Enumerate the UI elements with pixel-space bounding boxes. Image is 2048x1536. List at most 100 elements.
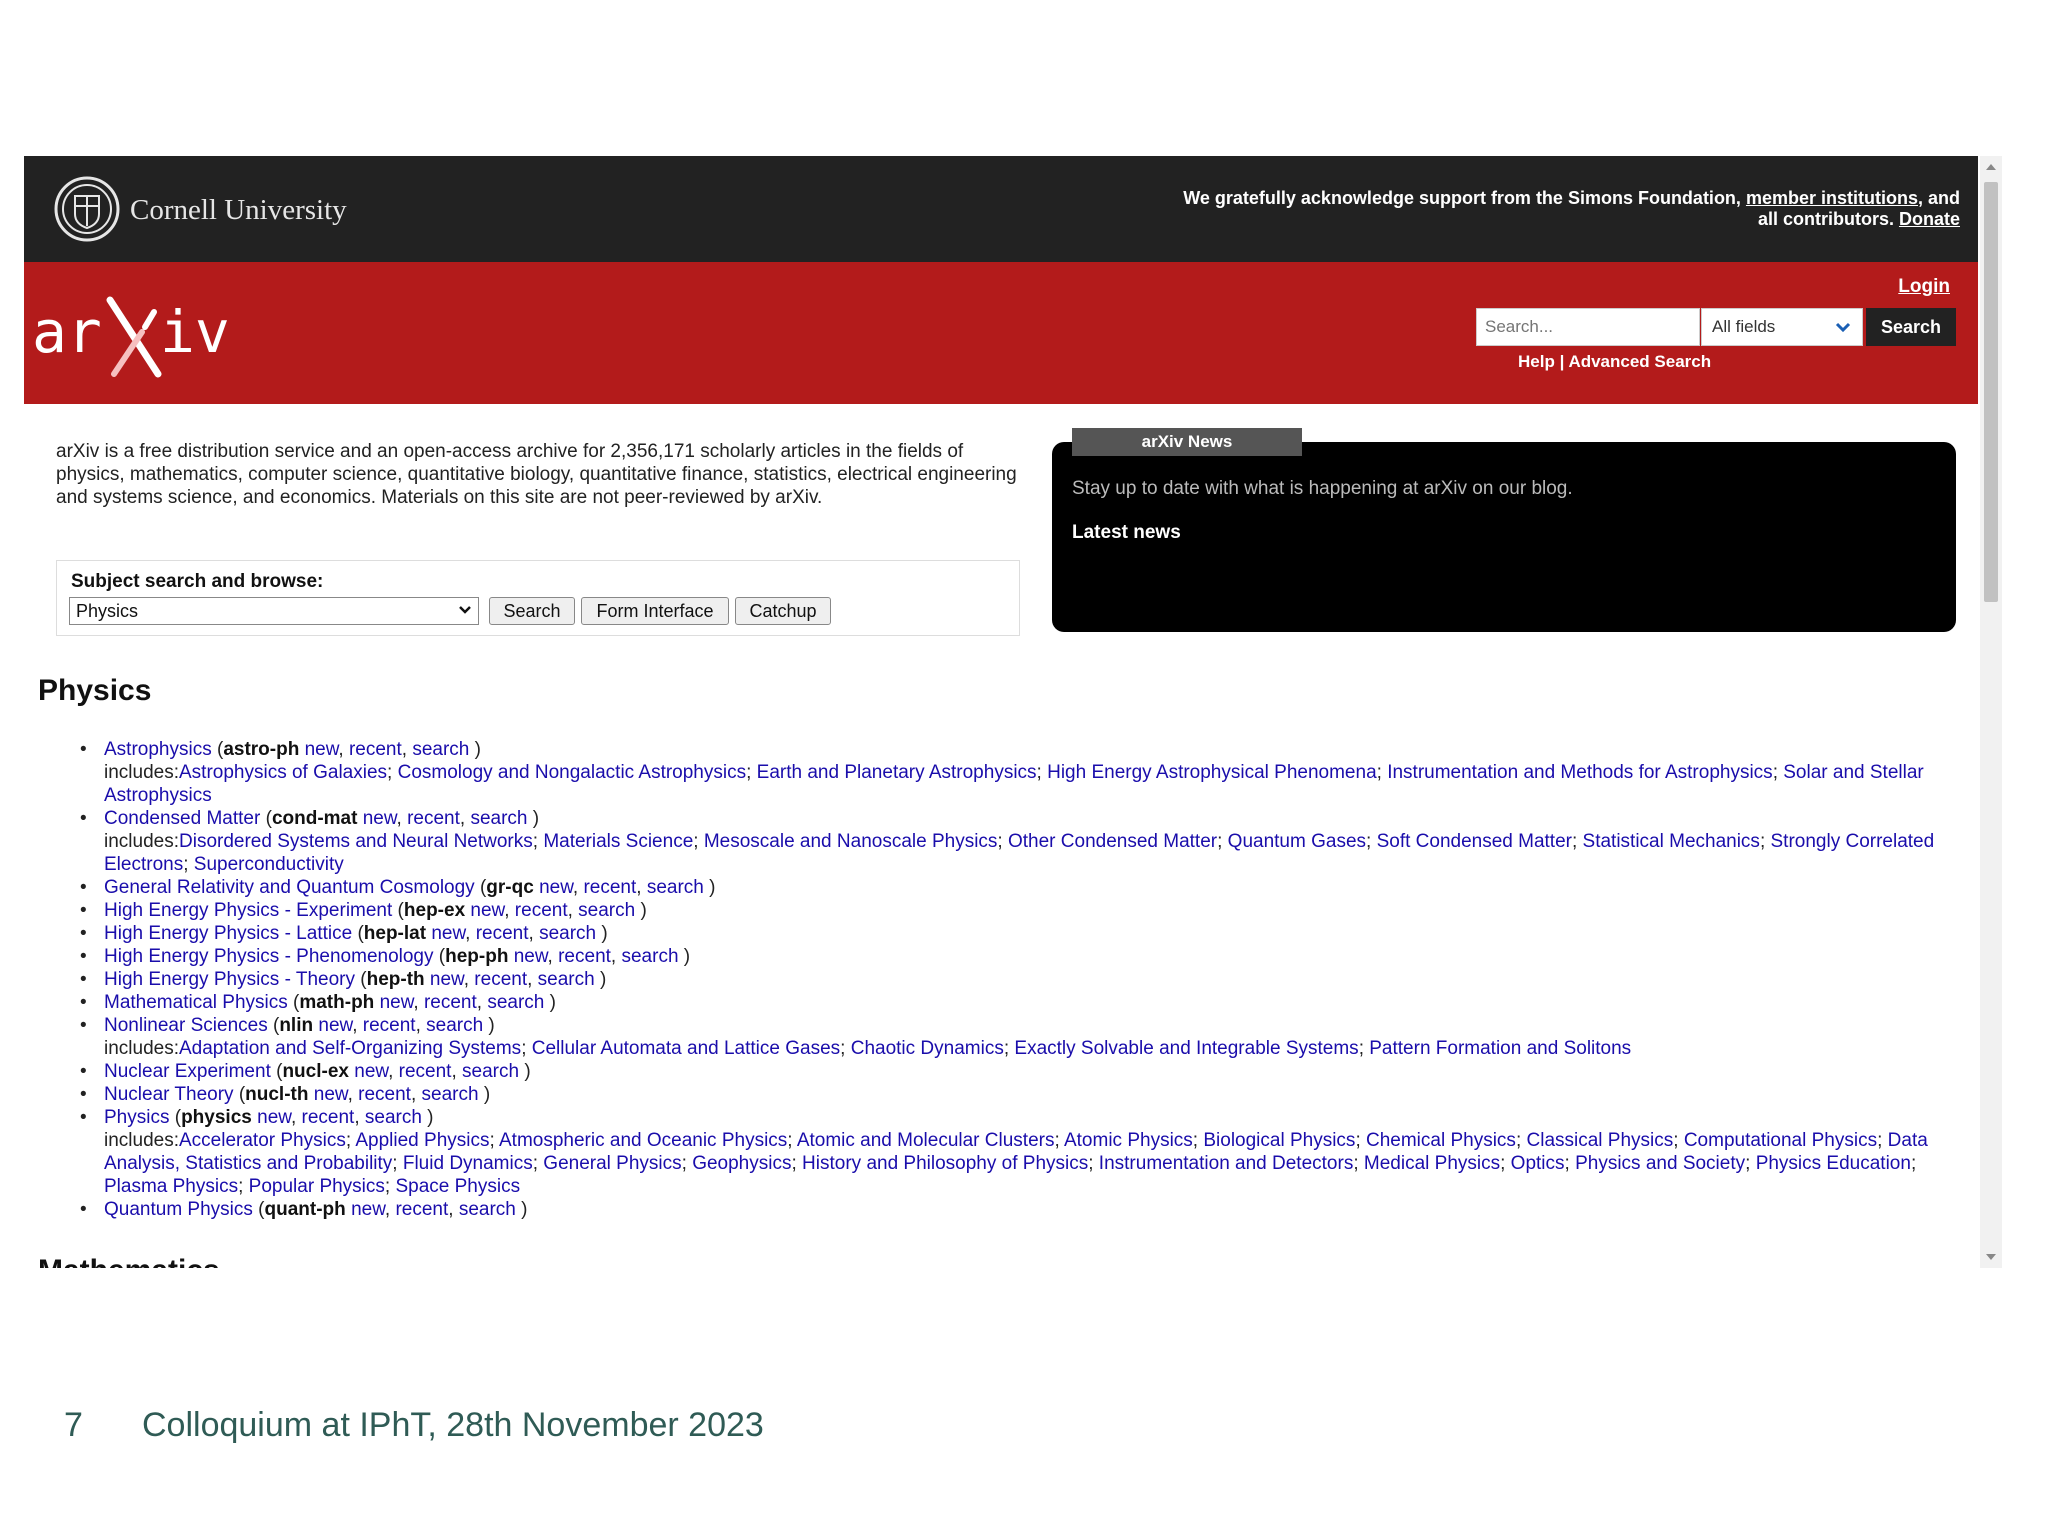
category-link[interactable]: Disordered Systems and Neural Networks bbox=[179, 831, 533, 852]
archive-name-link[interactable]: Nonlinear Sciences bbox=[104, 1015, 268, 1036]
category-link[interactable]: Plasma Physics bbox=[104, 1176, 238, 1197]
arxiv-logo[interactable]: ar iv bbox=[32, 290, 242, 380]
category-link[interactable]: Optics bbox=[1511, 1153, 1565, 1174]
archive-name-link[interactable]: High Energy Physics - Experiment bbox=[104, 900, 392, 921]
archive-name-link[interactable]: Physics bbox=[104, 1107, 169, 1128]
recent-link[interactable]: recent bbox=[399, 1061, 452, 1082]
subject-search-button[interactable]: Search bbox=[489, 597, 575, 625]
cornell-name[interactable]: Cornell University bbox=[130, 194, 347, 227]
archive-name-link[interactable]: High Energy Physics - Theory bbox=[104, 969, 355, 990]
new-link[interactable]: new bbox=[314, 1084, 348, 1105]
new-link[interactable]: new bbox=[363, 808, 397, 829]
search-link[interactable]: search bbox=[365, 1107, 422, 1128]
search-link[interactable]: search bbox=[422, 1084, 479, 1105]
category-link[interactable]: Atmospheric and Oceanic Physics bbox=[499, 1130, 787, 1151]
new-link[interactable]: new bbox=[470, 900, 504, 921]
category-link[interactable]: Instrumentation and Detectors bbox=[1099, 1153, 1354, 1174]
search-link[interactable]: search bbox=[578, 900, 635, 921]
new-link[interactable]: new bbox=[431, 923, 465, 944]
category-link[interactable]: Space Physics bbox=[395, 1176, 520, 1197]
subject-select[interactable]: Physics bbox=[69, 597, 479, 625]
new-link[interactable]: new bbox=[430, 969, 464, 990]
category-link[interactable]: Cellular Automata and Lattice Gases bbox=[532, 1038, 840, 1059]
search-link[interactable]: search bbox=[538, 969, 595, 990]
category-link[interactable]: Other Condensed Matter bbox=[1008, 831, 1217, 852]
archive-name-link[interactable]: High Energy Physics - Phenomenology bbox=[104, 946, 434, 967]
search-link[interactable]: search bbox=[459, 1199, 516, 1220]
help-link[interactable]: Help bbox=[1518, 352, 1555, 371]
form-interface-button[interactable]: Form Interface bbox=[581, 597, 729, 625]
archive-name-link[interactable]: Mathematical Physics bbox=[104, 992, 288, 1013]
category-link[interactable]: Geophysics bbox=[692, 1153, 791, 1174]
advanced-search-link[interactable]: Advanced Search bbox=[1568, 352, 1711, 371]
category-link[interactable]: Accelerator Physics bbox=[179, 1130, 346, 1151]
recent-link[interactable]: recent bbox=[302, 1107, 355, 1128]
category-link[interactable]: Chaotic Dynamics bbox=[851, 1038, 1004, 1059]
new-link[interactable]: new bbox=[305, 739, 339, 760]
archive-name-link[interactable]: General Relativity and Quantum Cosmology bbox=[104, 877, 475, 898]
category-link[interactable]: Earth and Planetary Astrophysics bbox=[757, 762, 1037, 783]
new-link[interactable]: new bbox=[380, 992, 414, 1013]
category-link[interactable]: Biological Physics bbox=[1203, 1130, 1355, 1151]
search-input[interactable] bbox=[1476, 308, 1700, 346]
category-link[interactable]: Cosmology and Nongalactic Astrophysics bbox=[398, 762, 747, 783]
new-link[interactable]: new bbox=[539, 877, 573, 898]
scroll-down-icon[interactable] bbox=[1986, 1254, 1996, 1260]
recent-link[interactable]: recent bbox=[407, 808, 460, 829]
category-link[interactable]: Exactly Solvable and Integrable Systems bbox=[1014, 1038, 1358, 1059]
category-link[interactable]: Adaptation and Self-Organizing Systems bbox=[179, 1038, 521, 1059]
category-link[interactable]: Classical Physics bbox=[1527, 1130, 1674, 1151]
archive-name-link[interactable]: Condensed Matter bbox=[104, 808, 260, 829]
recent-link[interactable]: recent bbox=[515, 900, 568, 921]
archive-name-link[interactable]: Nuclear Theory bbox=[104, 1084, 234, 1105]
cornell-seal-icon[interactable] bbox=[54, 176, 120, 242]
category-link[interactable]: Medical Physics bbox=[1364, 1153, 1500, 1174]
new-link[interactable]: new bbox=[514, 946, 548, 967]
category-link[interactable]: Astrophysics of Galaxies bbox=[179, 762, 387, 783]
category-link[interactable]: Superconductivity bbox=[194, 854, 344, 875]
category-link[interactable]: Instrumentation and Methods for Astrophy… bbox=[1387, 762, 1772, 783]
search-link[interactable]: search bbox=[470, 808, 527, 829]
category-link[interactable]: Physics Education bbox=[1756, 1153, 1911, 1174]
recent-link[interactable]: recent bbox=[476, 923, 529, 944]
recent-link[interactable]: recent bbox=[395, 1199, 448, 1220]
vertical-scrollbar[interactable] bbox=[1980, 156, 2002, 1268]
recent-link[interactable]: recent bbox=[358, 1084, 411, 1105]
search-link[interactable]: search bbox=[412, 739, 469, 760]
category-link[interactable]: Chemical Physics bbox=[1366, 1130, 1516, 1151]
recent-link[interactable]: recent bbox=[583, 877, 636, 898]
category-link[interactable]: Applied Physics bbox=[355, 1130, 489, 1151]
category-link[interactable]: General Physics bbox=[543, 1153, 681, 1174]
catchup-button[interactable]: Catchup bbox=[735, 597, 831, 625]
category-link[interactable]: Soft Condensed Matter bbox=[1377, 831, 1572, 852]
archive-name-link[interactable]: Nuclear Experiment bbox=[104, 1061, 271, 1082]
category-link[interactable]: Pattern Formation and Solitons bbox=[1369, 1038, 1631, 1059]
new-link[interactable]: new bbox=[257, 1107, 291, 1128]
recent-link[interactable]: recent bbox=[558, 946, 611, 967]
category-link[interactable]: Quantum Gases bbox=[1228, 831, 1366, 852]
category-link[interactable]: Popular Physics bbox=[249, 1176, 385, 1197]
new-link[interactable]: new bbox=[354, 1061, 388, 1082]
recent-link[interactable]: recent bbox=[349, 739, 402, 760]
category-link[interactable]: History and Philosophy of Physics bbox=[802, 1153, 1088, 1174]
scrollbar-thumb[interactable] bbox=[1984, 182, 1998, 602]
archive-name-link[interactable]: Astrophysics bbox=[104, 739, 212, 760]
search-link[interactable]: search bbox=[621, 946, 678, 967]
category-link[interactable]: Atomic Physics bbox=[1064, 1130, 1193, 1151]
category-link[interactable]: Atomic and Molecular Clusters bbox=[797, 1130, 1055, 1151]
new-link[interactable]: new bbox=[351, 1199, 385, 1220]
category-link[interactable]: Mesoscale and Nanoscale Physics bbox=[704, 831, 998, 852]
search-link[interactable]: search bbox=[426, 1015, 483, 1036]
category-link[interactable]: Fluid Dynamics bbox=[403, 1153, 533, 1174]
recent-link[interactable]: recent bbox=[474, 969, 527, 990]
search-field-select[interactable]: All fields bbox=[1701, 308, 1863, 346]
header-search-button[interactable]: Search bbox=[1866, 308, 1956, 346]
recent-link[interactable]: recent bbox=[363, 1015, 416, 1036]
category-link[interactable]: Physics and Society bbox=[1575, 1153, 1745, 1174]
search-link[interactable]: search bbox=[539, 923, 596, 944]
category-link[interactable]: Materials Science bbox=[543, 831, 693, 852]
donate-link[interactable]: Donate bbox=[1899, 209, 1960, 229]
search-link[interactable]: search bbox=[487, 992, 544, 1013]
category-link[interactable]: Computational Physics bbox=[1684, 1130, 1877, 1151]
member-institutions-link[interactable]: member institutions bbox=[1746, 188, 1918, 208]
